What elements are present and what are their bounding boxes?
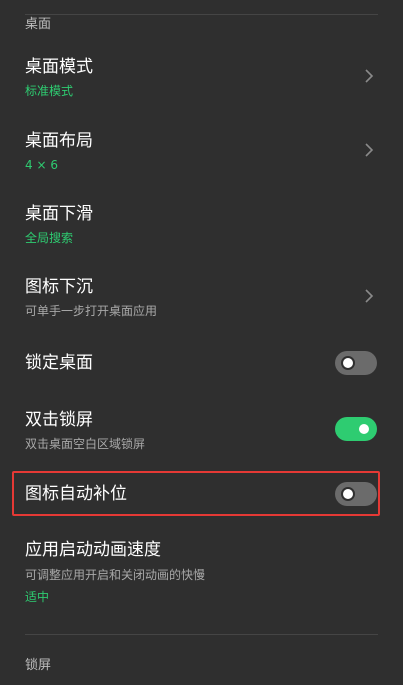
top-divider xyxy=(25,14,378,15)
icon-auto-fill-toggle[interactable] xyxy=(335,482,377,506)
setting-app-anim-speed[interactable]: 应用启动动画速度 可调整应用开启和关闭动画的快慢 适中 xyxy=(0,533,403,613)
app-anim-speed-subtitle: 可调整应用开启和关闭动画的快慢 xyxy=(25,568,206,582)
icon-sink-subtitle: 可单手一步打开桌面应用 xyxy=(25,304,158,318)
setting-desktop-swipe-down[interactable]: 桌面下滑 全局搜索 xyxy=(0,197,403,255)
setting-icon-auto-fill[interactable]: 图标自动补位 xyxy=(0,477,403,511)
setting-icon-sink[interactable]: 图标下沉 可单手一步打开桌面应用 xyxy=(0,270,403,328)
desktop-mode-value: 标准模式 xyxy=(25,84,74,98)
setting-desktop-layout[interactable]: 桌面布局 4 × 6 xyxy=(0,124,403,182)
desktop-layout-title: 桌面布局 xyxy=(25,131,93,151)
toggle-knob xyxy=(357,422,371,436)
desktop-layout-value: 4 × 6 xyxy=(25,158,58,172)
chevron-right-icon xyxy=(365,69,374,83)
desktop-mode-title: 桌面模式 xyxy=(25,57,93,77)
setting-desktop-mode[interactable]: 桌面模式 标准模式 xyxy=(0,50,403,108)
icon-auto-fill-title: 图标自动补位 xyxy=(25,484,127,504)
toggle-knob xyxy=(341,356,355,370)
setting-double-tap-lock[interactable]: 双击锁屏 双击桌面空白区域锁屏 xyxy=(0,403,403,461)
lock-desktop-toggle[interactable] xyxy=(335,351,377,375)
chevron-right-icon xyxy=(365,289,374,303)
icon-sink-title: 图标下沉 xyxy=(25,277,93,297)
app-anim-speed-title: 应用启动动画速度 xyxy=(25,540,161,560)
section-header-desktop: 桌面 xyxy=(25,17,52,32)
desktop-swipe-down-value: 全局搜索 xyxy=(25,231,74,245)
section-divider xyxy=(25,634,378,635)
section-header-lockscreen: 锁屏 xyxy=(25,658,52,673)
lock-desktop-title: 锁定桌面 xyxy=(25,353,93,373)
setting-lock-desktop[interactable]: 锁定桌面 xyxy=(0,346,403,380)
desktop-swipe-down-title: 桌面下滑 xyxy=(25,204,93,224)
double-tap-lock-toggle[interactable] xyxy=(335,417,377,441)
app-anim-speed-value: 适中 xyxy=(25,590,50,604)
chevron-right-icon xyxy=(365,143,374,157)
double-tap-lock-title: 双击锁屏 xyxy=(25,410,93,430)
double-tap-lock-subtitle: 双击桌面空白区域锁屏 xyxy=(25,437,146,451)
toggle-knob xyxy=(341,487,355,501)
